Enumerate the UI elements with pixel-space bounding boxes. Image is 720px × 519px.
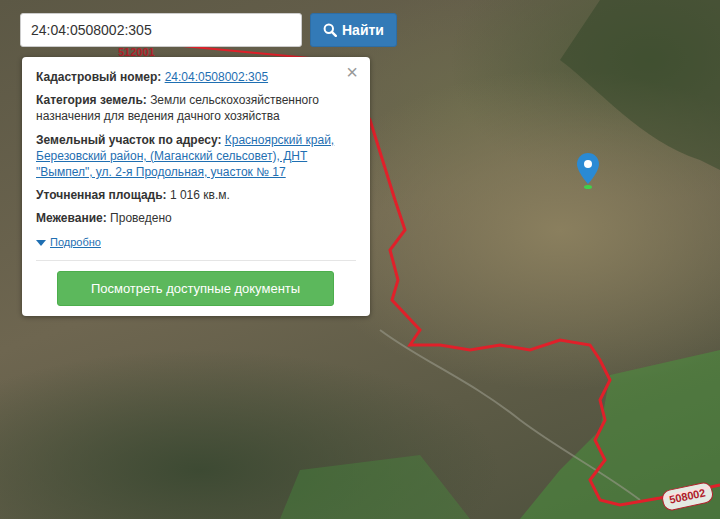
info-label: Кадастровый номер: <box>36 70 161 84</box>
find-button-label: Найти <box>342 20 384 41</box>
parcel-info-popup: ×Кадастровый номер: 24:04:0508002:305Кат… <box>22 57 370 316</box>
info-row: Категория земель: Земли сельскохозяйстве… <box>36 92 356 124</box>
info-label: Уточненная площадь: <box>36 188 167 202</box>
info-row: Межевание: Проведено <box>36 210 356 226</box>
separator <box>36 260 356 261</box>
info-row: Кадастровый номер: 24:04:0508002:305 <box>36 69 356 85</box>
info-value: 1 016 кв.м. <box>170 188 230 202</box>
info-value: Проведено <box>110 211 172 225</box>
map[interactable]: 512001508002Найти×Кадастровый номер: 24:… <box>0 0 720 519</box>
details-label: Подробно <box>50 235 101 250</box>
info-row: Уточненная площадь: 1 016 кв.м. <box>36 187 356 203</box>
info-label: Категория земель: <box>36 93 147 107</box>
search-bar: Найти <box>20 13 397 47</box>
info-label: Земельный участок по адресу: <box>36 133 221 147</box>
close-button[interactable]: × <box>342 60 362 84</box>
expand-arrow-icon <box>36 240 46 246</box>
info-row: Земельный участок по адресу: Красноярски… <box>36 132 356 181</box>
details-toggle[interactable]: Подробно <box>36 235 101 250</box>
documents-button[interactable]: Посмотреть доступные документы <box>57 271 334 307</box>
search-field[interactable] <box>20 13 302 47</box>
info-label: Межевание: <box>36 211 107 225</box>
info-link[interactable]: 24:04:0508002:305 <box>165 70 268 84</box>
find-button[interactable]: Найти <box>310 13 397 47</box>
search-icon <box>323 23 337 37</box>
location-pin-icon[interactable] <box>576 152 600 190</box>
